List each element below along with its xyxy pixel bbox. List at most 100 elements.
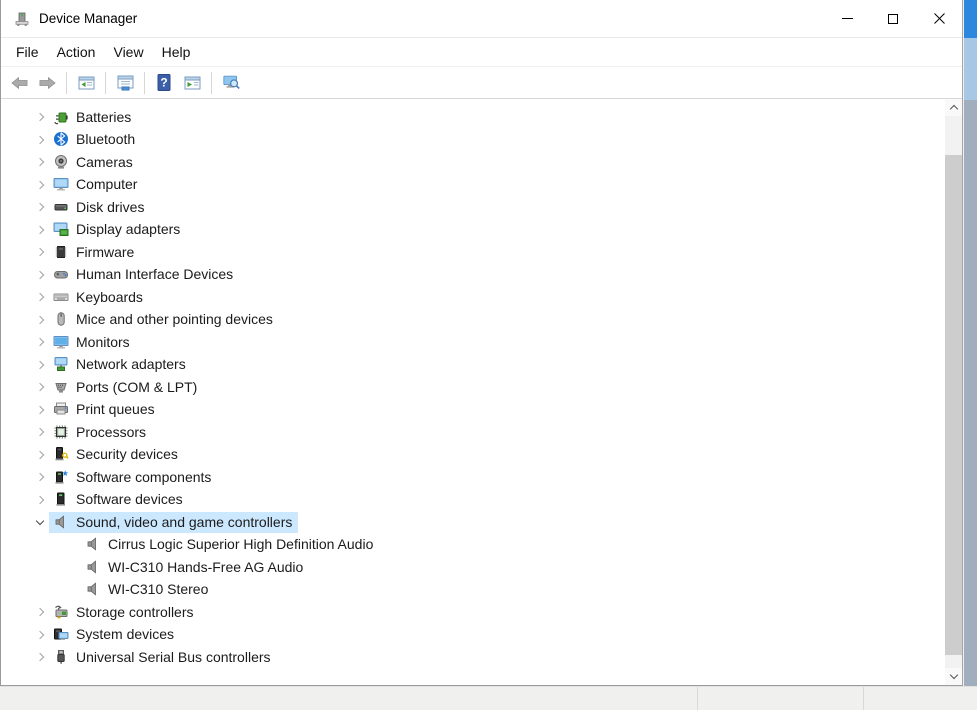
tree-item-content[interactable]: Security devices [49, 444, 184, 465]
toolbar-separator [211, 72, 212, 94]
tree-item-content[interactable]: Processors [49, 422, 152, 443]
selected-tree-item-content[interactable]: Sound, video and game controllers [49, 512, 298, 533]
chevron-right-icon[interactable] [31, 317, 49, 323]
scan-for-hardware-changes-button[interactable] [218, 70, 244, 96]
tree-child-item-wi-c310-hands-free-ag-audio[interactable]: WI-C310 Hands-Free AG Audio [1, 556, 945, 579]
vertical-scrollbar[interactable] [945, 99, 962, 685]
tree-child-item-cirrus-logic-superior-high-definition-audio[interactable]: Cirrus Logic Superior High Definition Au… [1, 534, 945, 557]
tree-item-storage-controllers[interactable]: Storage controllers [1, 601, 945, 624]
chevron-right-icon[interactable] [31, 272, 49, 278]
tree-item-label: WI-C310 Stereo [108, 581, 208, 597]
tree-item-content[interactable]: Print queues [49, 399, 161, 420]
tree-item-software-components[interactable]: Software components [1, 466, 945, 489]
tree-item-universal-serial-bus-controllers[interactable]: Universal Serial Bus controllers [1, 646, 945, 669]
tree-item-system-devices[interactable]: System devices [1, 624, 945, 647]
menu-help[interactable]: Help [153, 40, 200, 64]
keyboard-icon [52, 289, 69, 305]
scroll-down-button[interactable] [945, 668, 962, 685]
menu-action[interactable]: Action [48, 40, 105, 64]
tree-item-print-queues[interactable]: Print queues [1, 399, 945, 422]
chevron-right-icon[interactable] [31, 114, 49, 120]
chevron-right-icon[interactable] [31, 339, 49, 345]
tree-item-security-devices[interactable]: Security devices [1, 444, 945, 467]
tree-item-keyboards[interactable]: Keyboards [1, 286, 945, 309]
chevron-right-icon[interactable] [31, 137, 49, 143]
tree-item-content[interactable]: Software devices [49, 489, 189, 510]
tree-item-firmware[interactable]: Firmware [1, 241, 945, 264]
tree-item-content[interactable]: Ports (COM & LPT) [49, 377, 203, 398]
tree-item-content[interactable]: WI-C310 Hands-Free AG Audio [81, 557, 309, 578]
chevron-right-icon[interactable] [31, 407, 49, 413]
tree-item-processors[interactable]: Processors [1, 421, 945, 444]
tree-item-content[interactable]: Keyboards [49, 287, 149, 308]
tree-item-content[interactable]: Cameras [49, 152, 139, 173]
tree-item-content[interactable]: Network adapters [49, 354, 192, 375]
help-button[interactable]: ? [151, 70, 177, 96]
tree-item-monitors[interactable]: Monitors [1, 331, 945, 354]
tree-item-network-adapters[interactable]: Network adapters [1, 354, 945, 377]
chevron-right-icon[interactable] [31, 497, 49, 503]
tree-item-content[interactable]: Storage controllers [49, 602, 200, 623]
tree-item-sound-video-and-game-controllers[interactable]: Sound, video and game controllers [1, 511, 945, 534]
maximize-button[interactable] [870, 0, 916, 37]
tree-item-content[interactable]: Firmware [49, 242, 140, 263]
tree-item-content[interactable]: Disk drives [49, 197, 150, 218]
chevron-right-icon[interactable] [31, 204, 49, 210]
minimize-button[interactable] [824, 0, 870, 37]
show-action-pane-button[interactable] [179, 70, 205, 96]
tree-child-item-wi-c310-stereo[interactable]: WI-C310 Stereo [1, 579, 945, 602]
tree-item-ports-com-lpt[interactable]: Ports (COM & LPT) [1, 376, 945, 399]
tree-item-content[interactable]: Human Interface Devices [49, 264, 239, 285]
tree-item-content[interactable]: System devices [49, 624, 180, 645]
properties-button[interactable] [112, 70, 138, 96]
chevron-right-icon[interactable] [31, 294, 49, 300]
tree-item-content[interactable]: Cirrus Logic Superior High Definition Au… [81, 534, 379, 555]
chevron-right-icon[interactable] [31, 227, 49, 233]
properties-icon [117, 75, 134, 91]
tree-item-cameras[interactable]: Cameras [1, 151, 945, 174]
menu-view[interactable]: View [104, 40, 152, 64]
chevron-right-icon[interactable] [31, 159, 49, 165]
tree-item-content[interactable]: Monitors [49, 332, 136, 353]
chevron-down-icon[interactable] [31, 521, 49, 524]
tree-item-computer[interactable]: Computer [1, 174, 945, 197]
chevron-right-icon[interactable] [31, 474, 49, 480]
close-button[interactable] [916, 0, 962, 37]
tree-item-label: Keyboards [76, 289, 143, 305]
tree-item-content[interactable]: WI-C310 Stereo [81, 579, 214, 600]
tree-item-content[interactable]: Computer [49, 174, 143, 195]
scrollbar-thumb[interactable] [945, 155, 962, 655]
show-console-tree-button[interactable] [73, 70, 99, 96]
menu-file[interactable]: File [7, 40, 48, 64]
tree-item-label: Batteries [76, 109, 131, 125]
forward-button[interactable] [34, 70, 60, 96]
tree-item-content[interactable]: Universal Serial Bus controllers [49, 647, 277, 668]
tree-item-disk-drives[interactable]: Disk drives [1, 196, 945, 219]
chevron-right-icon[interactable] [31, 384, 49, 390]
tree-item-content[interactable]: Display adapters [49, 219, 186, 240]
scroll-up-button[interactable] [945, 99, 962, 116]
chevron-right-icon[interactable] [31, 452, 49, 458]
tree-item-software-devices[interactable]: Software devices [1, 489, 945, 512]
scrollbar-track[interactable] [945, 116, 962, 668]
tree-item-human-interface-devices[interactable]: Human Interface Devices [1, 264, 945, 287]
chevron-right-icon[interactable] [31, 429, 49, 435]
chevron-right-icon[interactable] [31, 632, 49, 638]
chevron-right-icon[interactable] [31, 182, 49, 188]
chevron-right-icon[interactable] [31, 654, 49, 660]
chevron-right-icon[interactable] [31, 249, 49, 255]
tree-item-content[interactable]: Software components [49, 467, 217, 488]
tree-item-content[interactable]: Mice and other pointing devices [49, 309, 279, 330]
tree-item-batteries[interactable]: Batteries [1, 106, 945, 129]
tree-item-content[interactable]: Batteries [49, 107, 137, 128]
tree-item-bluetooth[interactable]: Bluetooth [1, 129, 945, 152]
chevron-right-icon[interactable] [31, 362, 49, 368]
tree-item-mice-and-other-pointing-devices[interactable]: Mice and other pointing devices [1, 309, 945, 332]
tree-item-content[interactable]: Bluetooth [49, 129, 141, 150]
back-button[interactable] [6, 70, 32, 96]
tree-item-label: WI-C310 Hands-Free AG Audio [108, 559, 303, 575]
chevron-right-icon[interactable] [31, 609, 49, 615]
storage-controller-icon [52, 604, 69, 620]
tree-item-display-adapters[interactable]: Display adapters [1, 219, 945, 242]
status-segment [0, 687, 698, 710]
